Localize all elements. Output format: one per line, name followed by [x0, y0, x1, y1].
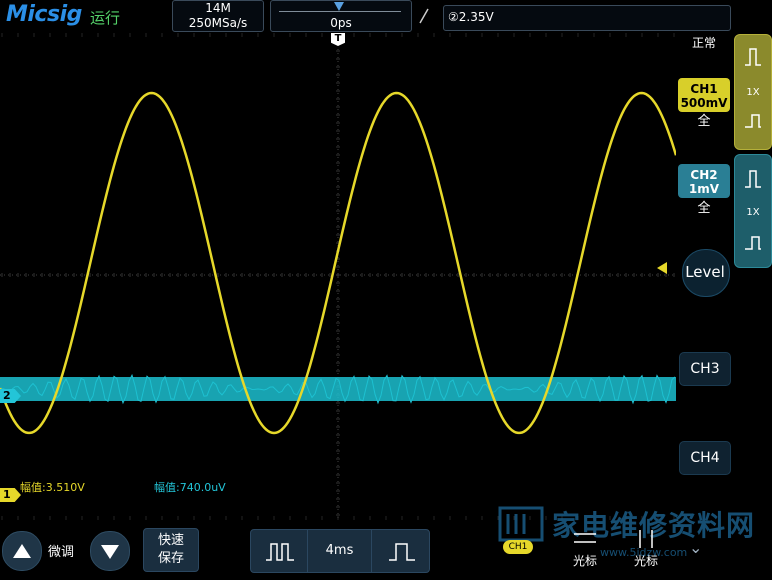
- fine-adjust-label[interactable]: 微调: [48, 541, 74, 560]
- trigger-level-arrow-icon[interactable]: [657, 262, 667, 274]
- memory-depth: 14M: [205, 1, 231, 15]
- acquisition-info[interactable]: 14M 250MSa/s: [172, 0, 264, 32]
- cursor-vertical-button[interactable]: 光标: [627, 528, 665, 572]
- up-button[interactable]: [2, 531, 42, 571]
- triangle-up-icon: [13, 544, 31, 558]
- ch3-button[interactable]: CH3: [679, 352, 731, 386]
- ch2-probe: 1X: [746, 207, 760, 218]
- quick-save-label: 快速 保存: [157, 533, 184, 566]
- ch2-coupling[interactable]: 全: [678, 197, 730, 216]
- ch2-label: CH2: [690, 168, 718, 182]
- chevron-down-icon[interactable]: ⌄: [689, 538, 702, 557]
- waveform-display[interactable]: [0, 33, 676, 520]
- run-status[interactable]: 运行: [90, 7, 120, 28]
- ch1-scale-button[interactable]: CH1 500mV: [678, 78, 730, 112]
- ch2-noise-band: [0, 377, 676, 401]
- cursor2-label: 光标: [633, 554, 658, 568]
- trigger-level-label: Level: [685, 263, 725, 281]
- timebase-control[interactable]: 4ms: [250, 529, 430, 573]
- active-channel-tag[interactable]: CH1: [503, 540, 533, 554]
- ch2-scale: 1mV: [688, 182, 720, 196]
- graticule: [0, 33, 676, 520]
- ch1-increase-pulse-icon[interactable]: [735, 47, 771, 71]
- waveform-grid: [0, 33, 676, 520]
- cursor-horizontal-button[interactable]: 光标: [566, 528, 604, 572]
- down-button[interactable]: [90, 531, 130, 571]
- ch4-button[interactable]: CH4: [679, 441, 731, 475]
- ch1-scale: 500mV: [680, 96, 728, 110]
- narrow-pulse-icon[interactable]: [387, 540, 417, 566]
- ch1-coupling[interactable]: 全: [678, 110, 730, 129]
- position-pointer-icon: [334, 2, 344, 11]
- watermark-logo-icon: [496, 504, 546, 544]
- trigger-info[interactable]: ②2.35V: [443, 5, 731, 31]
- ch2-increase-pulse-icon[interactable]: [735, 169, 771, 193]
- rising-edge-icon[interactable]: [418, 8, 430, 28]
- brand-logo: Micsig: [6, 2, 82, 27]
- ch2-decrease-pulse-icon[interactable]: [735, 231, 771, 255]
- acquisition-mode[interactable]: 正常: [684, 34, 724, 51]
- horizontal-position-value: 0ps: [330, 16, 352, 30]
- ch1-side-panel[interactable]: 1X: [734, 34, 772, 150]
- ch2-amplitude-measurement: 幅值:740.0uV: [154, 481, 226, 494]
- separator: [371, 530, 372, 572]
- ch1-probe: 1X: [746, 87, 760, 98]
- ch1-amplitude-measurement: 幅值:3.510V: [20, 481, 85, 494]
- position-track: [279, 11, 401, 12]
- triangle-down-icon: [101, 545, 119, 559]
- ch1-decrease-pulse-icon[interactable]: [735, 109, 771, 133]
- horizontal-cursor-icon: [574, 533, 596, 543]
- ch1-label: CH1: [690, 82, 718, 96]
- wide-pulse-icon[interactable]: [265, 540, 295, 566]
- sample-rate: 250MSa/s: [188, 16, 248, 30]
- vertical-cursor-icon: [639, 530, 653, 548]
- ch2-scale-button[interactable]: CH2 1mV: [678, 164, 730, 198]
- horizontal-position-control[interactable]: 0ps: [270, 0, 412, 32]
- trigger-level-value: ②2.35V: [448, 10, 494, 24]
- quick-save-button[interactable]: 快速 保存: [143, 528, 199, 572]
- cursor1-label: 光标: [572, 554, 597, 568]
- timebase-value: 4ms: [325, 543, 354, 558]
- ch2-side-panel[interactable]: 1X: [734, 154, 772, 268]
